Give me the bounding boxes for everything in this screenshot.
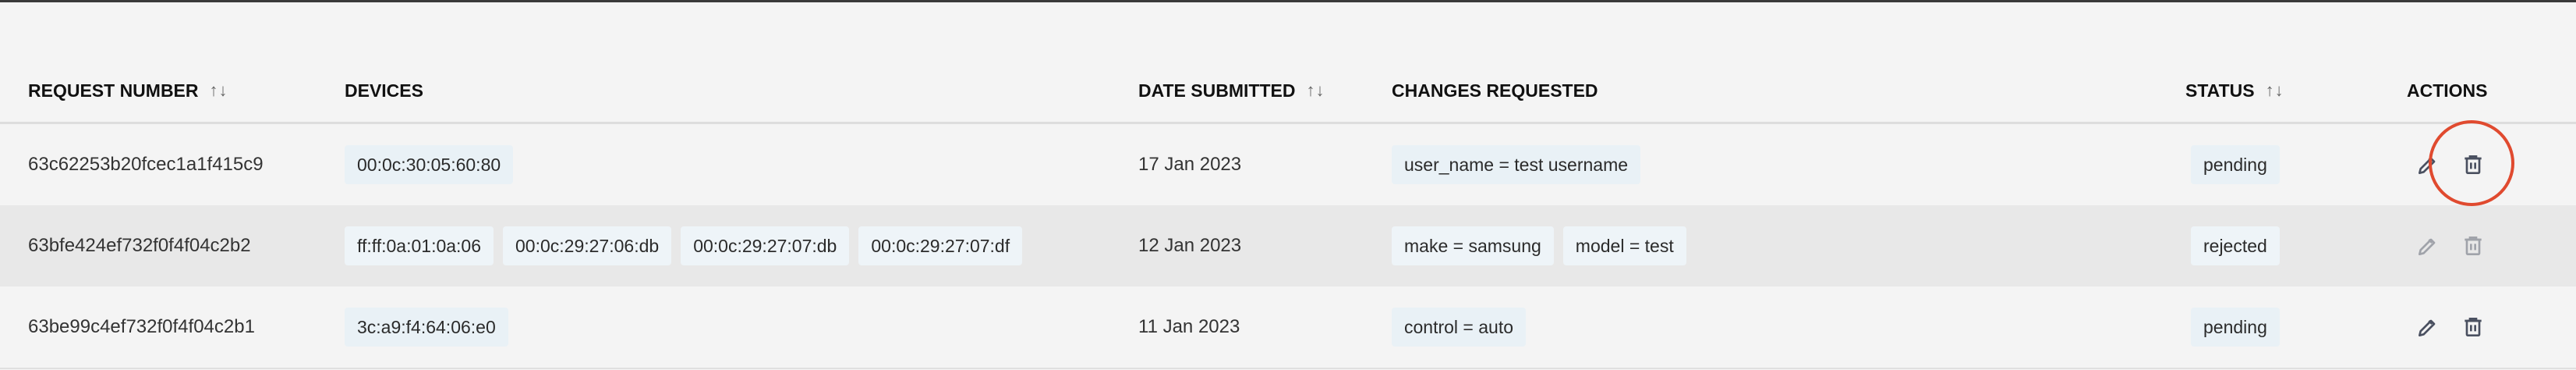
request-number-cell: 63bfe424ef732f0f4f04c2b2 [28, 205, 251, 286]
change-chip: control = auto [1392, 308, 1527, 347]
change-chip: model = test [1562, 226, 1686, 265]
header-actions: ACTIONS [2407, 59, 2488, 122]
request-number: 63bfe424ef732f0f4f04c2b2 [28, 235, 251, 256]
header-label: DATE SUBMITTED [1138, 80, 1296, 101]
date-submitted: 11 Jan 2023 [1138, 316, 1240, 337]
status-cell: pending [2191, 124, 2280, 205]
devices-cell: 3c:a9:f4:64:06:e0 [345, 286, 518, 368]
sort-arrows-icon[interactable]: ↑↓ [2266, 80, 2284, 101]
status-badge: rejected [2191, 226, 2280, 265]
changes-requested-cell: user_name = test username [1392, 124, 1650, 205]
actions-cell [2411, 286, 2490, 368]
status-cell: rejected [2191, 205, 2280, 286]
edit-button[interactable] [2411, 229, 2445, 263]
header-label: DEVICES [345, 80, 423, 101]
date-submitted-cell: 17 Jan 2023 [1138, 124, 1241, 205]
device-chip: ff:ff:0a:01:0a:06 [345, 226, 494, 265]
delete-button[interactable] [2456, 148, 2490, 182]
change-chip: make = samsung [1392, 226, 1554, 265]
trash-icon [2461, 233, 2486, 258]
edit-button[interactable] [2411, 148, 2445, 182]
header-label: REQUEST NUMBER [28, 80, 199, 101]
devices-cell: 00:0c:30:05:60:80 [345, 124, 522, 205]
request-number: 63be99c4ef732f0f4f04c2b1 [28, 316, 255, 337]
pencil-icon [2415, 315, 2440, 340]
change-requests-table: REQUEST NUMBER ↑↓ DEVICES DATE SUBMITTED… [0, 59, 2576, 369]
header-devices: DEVICES [345, 59, 423, 122]
devices-cell: ff:ff:0a:01:0a:06 00:0c:29:27:06:db 00:0c:… [345, 205, 1031, 286]
trash-icon [2461, 315, 2486, 340]
status-cell: pending [2191, 286, 2280, 368]
sort-arrows-icon[interactable]: ↑↓ [1306, 80, 1325, 101]
header-request-number[interactable]: REQUEST NUMBER ↑↓ [28, 59, 228, 122]
top-divider [0, 0, 2576, 2]
delete-button[interactable] [2456, 310, 2490, 344]
date-submitted: 12 Jan 2023 [1138, 235, 1242, 256]
header-label: CHANGES REQUESTED [1392, 80, 1598, 101]
date-submitted-cell: 12 Jan 2023 [1138, 205, 1241, 286]
device-chip: 00:0c:29:27:07:db [681, 226, 850, 265]
table-row: 63bfe424ef732f0f4f04c2b2 ff:ff:0a:01:0a:0… [0, 205, 2576, 286]
date-submitted-cell: 11 Jan 2023 [1138, 286, 1240, 368]
sort-arrows-icon[interactable]: ↑↓ [210, 80, 228, 101]
request-number: 63c62253b20fcec1a1f415c9 [28, 154, 264, 175]
table-row: 63be99c4ef732f0f4f04c2b1 3c:a9:f4:64:06:e… [0, 286, 2576, 369]
pencil-icon [2415, 233, 2440, 258]
date-submitted: 17 Jan 2023 [1138, 154, 1242, 175]
change-chip: user_name = test username [1392, 145, 1641, 184]
pencil-icon [2415, 152, 2440, 177]
table-body: 63c62253b20fcec1a1f415c9 00:0c:30:05:60:8… [0, 124, 2576, 369]
header-changes-requested: CHANGES REQUESTED [1392, 59, 1598, 122]
status-badge: pending [2191, 308, 2280, 347]
table-header: REQUEST NUMBER ↑↓ DEVICES DATE SUBMITTED… [0, 59, 2576, 124]
actions-cell [2411, 205, 2490, 286]
device-chip: 00:0c:30:05:60:80 [345, 145, 514, 184]
edit-button[interactable] [2411, 310, 2445, 344]
trash-icon [2461, 152, 2486, 177]
request-number-cell: 63be99c4ef732f0f4f04c2b1 [28, 286, 255, 368]
request-number-cell: 63c62253b20fcec1a1f415c9 [28, 124, 264, 205]
delete-button[interactable] [2456, 229, 2490, 263]
device-chip: 00:0c:29:27:06:db [503, 226, 672, 265]
device-chip: 00:0c:29:27:07:df [858, 226, 1023, 265]
header-label: ACTIONS [2407, 80, 2488, 101]
header-status[interactable]: STATUS ↑↓ [2185, 59, 2284, 122]
status-badge: pending [2191, 145, 2280, 184]
changes-requested-cell: make = samsung model = test [1392, 205, 1696, 286]
device-chip: 3c:a9:f4:64:06:e0 [345, 308, 508, 347]
table-row: 63c62253b20fcec1a1f415c9 00:0c:30:05:60:8… [0, 124, 2576, 205]
changes-requested-cell: control = auto [1392, 286, 1535, 368]
header-label: STATUS [2185, 80, 2255, 101]
actions-cell [2411, 124, 2490, 205]
header-date-submitted[interactable]: DATE SUBMITTED ↑↓ [1138, 59, 1325, 122]
